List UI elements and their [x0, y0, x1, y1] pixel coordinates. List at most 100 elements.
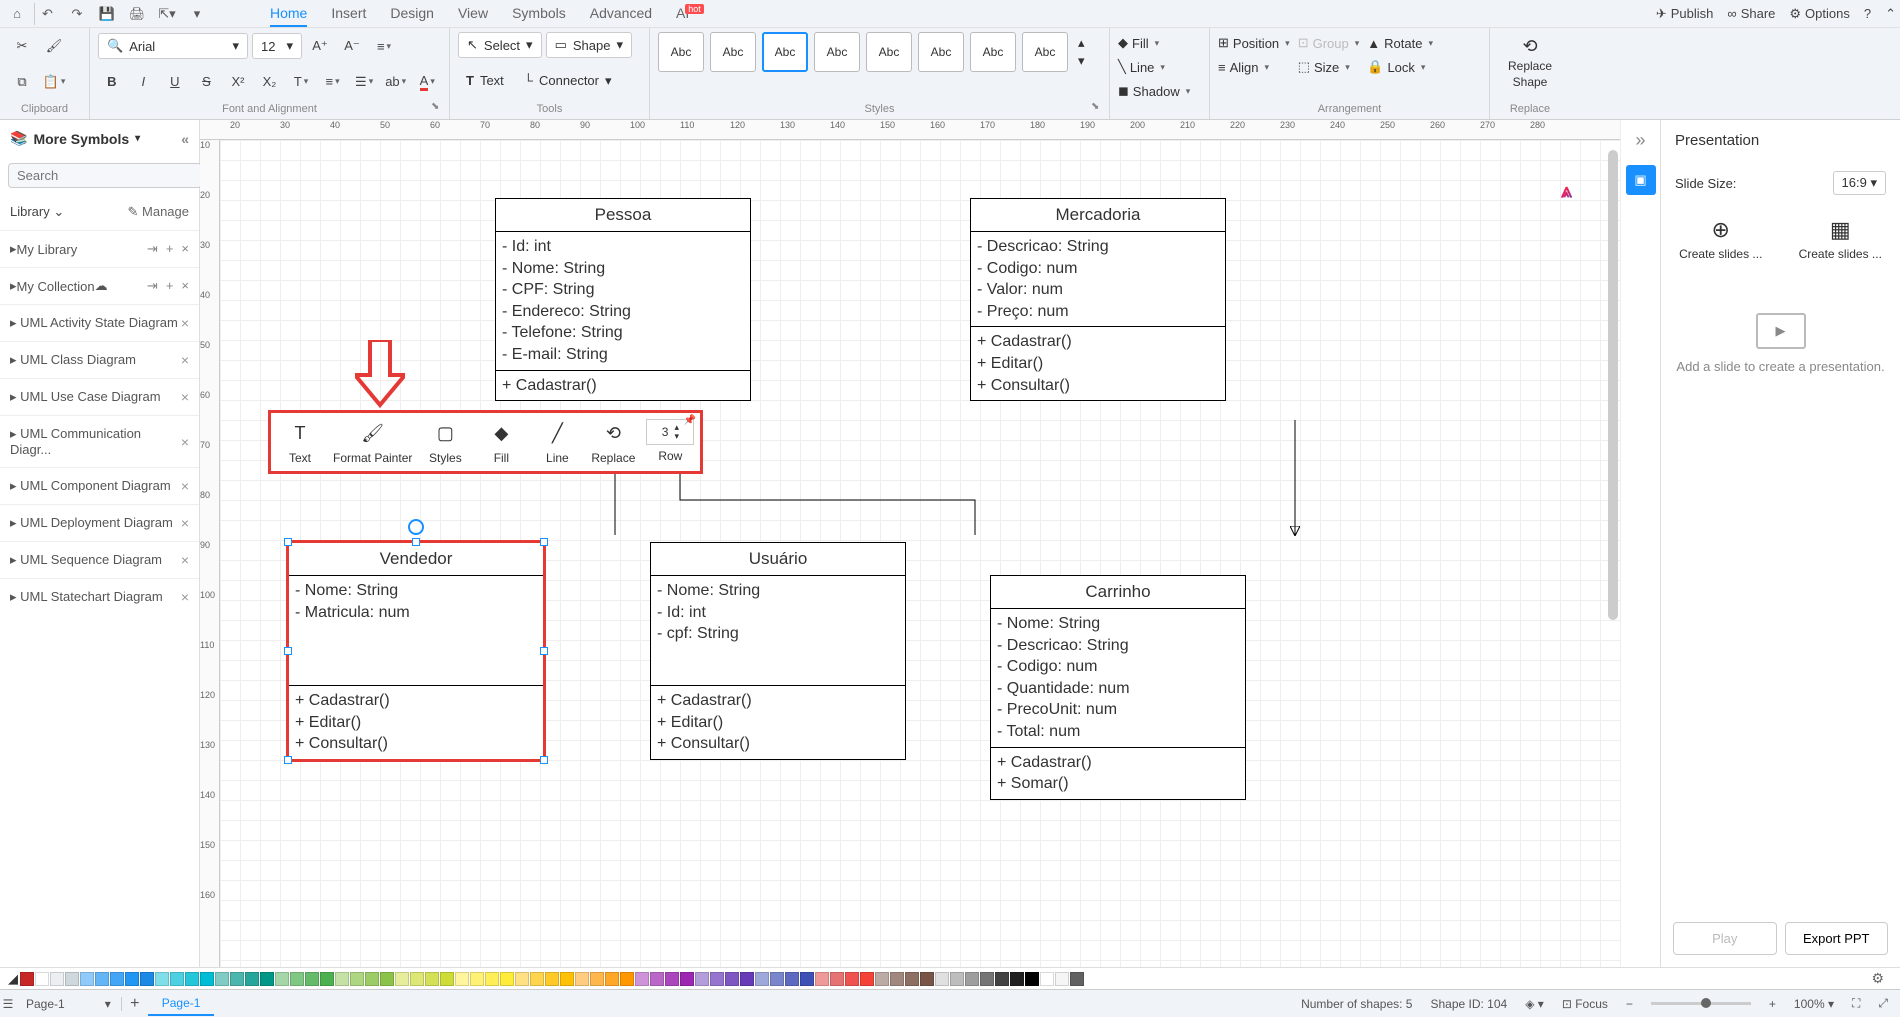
color-swatch[interactable]	[695, 972, 709, 986]
close-icon[interactable]: ×	[181, 352, 189, 368]
color-swatch[interactable]	[155, 972, 169, 986]
color-swatch[interactable]	[950, 972, 964, 986]
styles-launcher-icon[interactable]: ⬊	[1091, 101, 1105, 115]
replace-shape-button[interactable]: ⟲ Replace Shape	[1498, 32, 1562, 93]
close-icon[interactable]: ×	[181, 552, 189, 568]
text-tool-button[interactable]: T Text	[458, 69, 512, 92]
style-2[interactable]: Abc	[710, 32, 756, 72]
color-swatch[interactable]	[305, 972, 319, 986]
eyedropper-icon[interactable]: ◢	[8, 971, 18, 987]
uml-class-vendedor[interactable]: Vendedor - Nome: String- Matricula: num …	[288, 542, 544, 760]
color-swatch[interactable]	[725, 972, 739, 986]
close-icon[interactable]: ×	[181, 278, 189, 294]
group-button[interactable]: ⊡ Group	[1298, 32, 1360, 54]
color-swatch[interactable]	[560, 972, 574, 986]
underline-icon[interactable]: U	[161, 68, 189, 96]
close-icon[interactable]: ×	[181, 515, 189, 531]
color-swatch[interactable]	[410, 972, 424, 986]
more-symbols-button[interactable]: 📚 More Symbols▾ «	[0, 120, 199, 157]
color-swatch[interactable]	[530, 972, 544, 986]
color-swatch[interactable]	[1055, 972, 1069, 986]
styles-up-icon[interactable]: ▴	[1078, 35, 1085, 51]
tab-view[interactable]: View	[458, 1, 488, 27]
color-swatch[interactable]	[995, 972, 1009, 986]
color-swatch[interactable]	[380, 972, 394, 986]
zoom-slider[interactable]	[1651, 1002, 1751, 1005]
color-swatch[interactable]	[50, 972, 64, 986]
color-swatch[interactable]	[425, 972, 439, 986]
color-swatch[interactable]	[845, 972, 859, 986]
tab-design[interactable]: Design	[390, 1, 434, 27]
sidebar-item-my-collection[interactable]: ▸ My Collection ☁ ⇥+×	[0, 267, 199, 304]
collapse-sidebar-icon[interactable]: «	[181, 131, 189, 147]
manage-button[interactable]: ✎ Manage	[128, 204, 190, 220]
superscript-icon[interactable]: X²	[224, 68, 252, 96]
color-swatch[interactable]	[875, 972, 889, 986]
line-button[interactable]: ╲ Line	[1118, 56, 1201, 78]
size-button[interactable]: ⬚ Size	[1298, 56, 1360, 78]
add-page-icon[interactable]: +	[122, 995, 148, 1013]
color-swatch[interactable]	[275, 972, 289, 986]
tab-advanced[interactable]: Advanced	[590, 1, 652, 27]
highlight-icon[interactable]: T	[287, 68, 315, 96]
color-swatch[interactable]	[1040, 972, 1054, 986]
align-button[interactable]: ≡ Align	[1218, 56, 1290, 78]
color-swatch[interactable]	[515, 972, 529, 986]
color-swatch[interactable]	[920, 972, 934, 986]
color-swatch[interactable]	[200, 972, 214, 986]
cut-icon[interactable]: ✂	[8, 32, 36, 60]
zoom-in-icon[interactable]: +	[1769, 997, 1776, 1011]
color-swatch[interactable]	[65, 972, 79, 986]
ft-replace-button[interactable]: ⟲Replace	[590, 419, 636, 465]
color-swatch[interactable]	[650, 972, 664, 986]
add-icon[interactable]: +	[166, 241, 174, 257]
color-swatch[interactable]	[590, 972, 604, 986]
bullets-icon[interactable]: ☰	[350, 68, 378, 96]
sidebar-item[interactable]: ▸ UML Use Case Diagram×	[0, 378, 199, 415]
color-swatch[interactable]	[500, 972, 514, 986]
color-swatch[interactable]	[215, 972, 229, 986]
color-swatch[interactable]	[635, 972, 649, 986]
vertical-scrollbar[interactable]	[1608, 150, 1618, 620]
color-swatch[interactable]	[890, 972, 904, 986]
color-swatch[interactable]	[245, 972, 259, 986]
rotate-button[interactable]: ▲ Rotate	[1367, 32, 1433, 54]
color-swatch[interactable]	[110, 972, 124, 986]
color-swatch[interactable]	[125, 972, 139, 986]
collapse-ribbon-icon[interactable]: ⌃	[1885, 6, 1896, 22]
fill-button[interactable]: ◆ Fill	[1118, 32, 1201, 54]
color-swatch[interactable]	[545, 972, 559, 986]
color-swatch[interactable]	[35, 972, 49, 986]
pin-icon[interactable]: 📌	[684, 415, 696, 426]
create-slides-2-button[interactable]: ▦Create slides ...	[1799, 217, 1882, 261]
grow-font-icon[interactable]: A⁺	[306, 32, 334, 60]
color-swatch[interactable]	[575, 972, 589, 986]
color-swatch[interactable]	[665, 972, 679, 986]
rotate-handle-icon[interactable]	[408, 519, 424, 535]
undo-icon[interactable]: ↶	[34, 3, 60, 25]
fit-page-icon[interactable]: ⛶	[1852, 996, 1860, 1011]
export-ppt-button[interactable]: Export PPT	[1785, 922, 1889, 955]
color-swatch[interactable]	[260, 972, 274, 986]
sidebar-item[interactable]: ▸ UML Sequence Diagram×	[0, 541, 199, 578]
color-swatch[interactable]	[905, 972, 919, 986]
layers-icon[interactable]: ◈ ▾	[1525, 997, 1544, 1011]
font-size-select[interactable]: 12▾	[252, 33, 302, 59]
styles-down-icon[interactable]: ▾	[1078, 53, 1085, 69]
color-swatch[interactable]	[605, 972, 619, 986]
qat-more-icon[interactable]: ▾	[184, 3, 210, 25]
tab-ai[interactable]: AIhot	[676, 1, 708, 27]
ft-line-button[interactable]: ╱Line	[534, 419, 580, 465]
color-swatch[interactable]	[95, 972, 109, 986]
color-swatch[interactable]	[320, 972, 334, 986]
color-swatch[interactable]	[815, 972, 829, 986]
publish-button[interactable]: ✈ Publish	[1656, 6, 1714, 22]
color-swatch[interactable]	[335, 972, 349, 986]
lock-button[interactable]: 🔒 Lock	[1367, 56, 1433, 78]
sidebar-item[interactable]: ▸ UML Statechart Diagram×	[0, 578, 199, 615]
sidebar-item[interactable]: ▸ UML Class Diagram×	[0, 341, 199, 378]
ft-format-painter-button[interactable]: 🖌Format Painter	[333, 419, 412, 465]
search-input[interactable]	[8, 163, 202, 188]
create-slides-1-button[interactable]: ⊕Create slides ...	[1679, 217, 1762, 261]
select-tool-button[interactable]: ↖ Select ▾	[458, 32, 542, 58]
